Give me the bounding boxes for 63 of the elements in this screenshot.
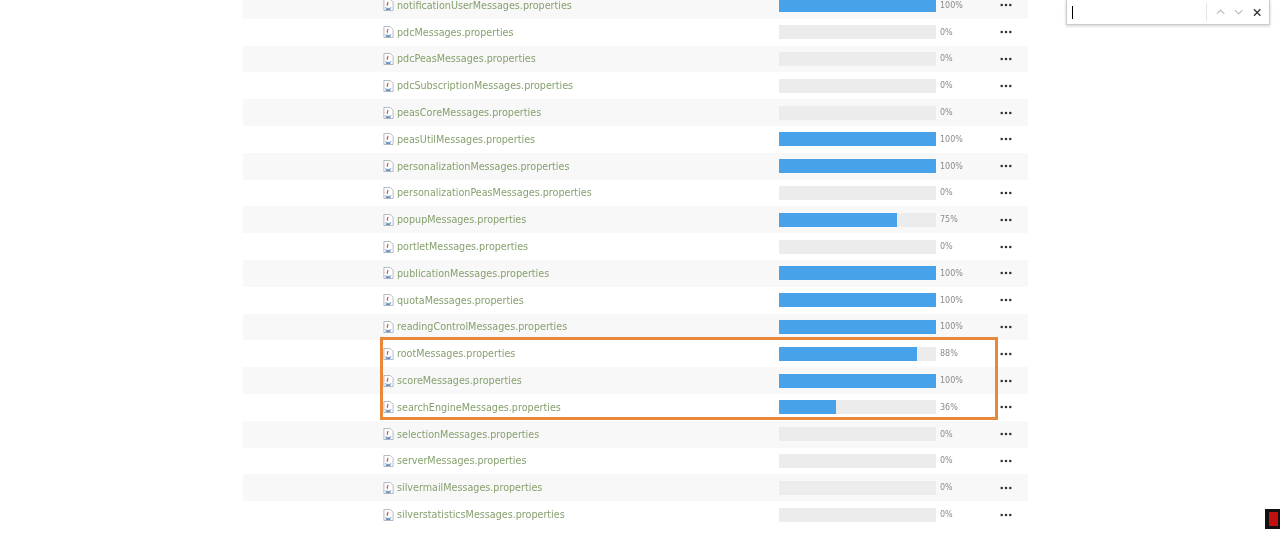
close-icon[interactable] — [1252, 7, 1261, 17]
percent-label: 100% — [940, 0, 964, 10]
file-link[interactable]: searchEngineMessages.properties — [397, 401, 779, 413]
percent-label: 0% — [940, 242, 954, 252]
percent-label: 0% — [940, 27, 954, 37]
tray-icon[interactable] — [1264, 508, 1280, 530]
text-cursor — [1072, 5, 1073, 19]
java-file-icon — [383, 401, 394, 414]
file-link[interactable]: pdcMessages.properties — [397, 26, 779, 38]
percent-label: 0% — [940, 108, 954, 118]
percent-label: 0% — [940, 483, 954, 493]
percent-label: 100% — [940, 376, 964, 386]
file-link[interactable]: scoreMessages.properties — [397, 375, 779, 387]
java-file-icon — [383, 160, 394, 173]
percent-label: 36% — [940, 402, 959, 412]
java-file-icon — [383, 133, 394, 146]
percent-label: 0% — [940, 429, 954, 439]
file-link[interactable]: personalizationPeasMessages.properties — [397, 187, 779, 199]
file-link[interactable]: quotaMessages.properties — [397, 294, 779, 306]
file-link[interactable]: silverstatisticsMessages.properties — [397, 509, 779, 521]
percent-label: 0% — [940, 81, 954, 91]
java-file-icon — [383, 186, 394, 199]
java-file-icon — [383, 454, 394, 467]
java-file-icon — [383, 79, 394, 92]
percent-label: 88% — [940, 349, 959, 359]
file-link[interactable]: selectionMessages.properties — [397, 428, 779, 440]
percent-label: 100% — [940, 134, 964, 144]
java-file-icon — [383, 428, 394, 441]
java-file-icon — [383, 508, 394, 521]
file-link[interactable]: peasUtilMessages.properties — [397, 133, 779, 145]
java-file-icon — [383, 294, 394, 307]
java-file-icon — [383, 267, 394, 280]
java-file-icon — [383, 26, 394, 39]
file-link[interactable]: peasCoreMessages.properties — [397, 107, 779, 119]
java-file-icon — [383, 481, 394, 494]
java-file-icon — [383, 320, 394, 333]
file-link[interactable]: serverMessages.properties — [397, 455, 779, 467]
percent-label: 100% — [940, 322, 964, 332]
percent-label: 0% — [940, 510, 954, 520]
file-link[interactable]: silvermailMessages.properties — [397, 482, 779, 494]
file-link[interactable]: rootMessages.properties — [397, 348, 779, 360]
file-link[interactable]: portletMessages.properties — [397, 241, 779, 253]
percent-label: 0% — [940, 54, 954, 64]
file-link[interactable]: publicationMessages.properties — [397, 267, 779, 279]
percent-label: 0% — [940, 188, 954, 198]
java-file-icon — [383, 240, 394, 253]
file-link[interactable]: popupMessages.properties — [397, 214, 779, 226]
percent-label: 100% — [940, 268, 964, 278]
java-file-icon — [383, 53, 394, 65]
percent-label: 100% — [940, 295, 964, 305]
java-file-icon — [383, 106, 394, 119]
percent-label: 0% — [940, 456, 954, 466]
java-file-icon — [383, 374, 394, 387]
java-file-icon — [383, 213, 394, 226]
file-link[interactable]: notificationUserMessages.properties — [397, 0, 779, 11]
file-link[interactable]: readingControlMessages.properties — [397, 321, 779, 333]
file-link[interactable]: personalizationMessages.properties — [397, 160, 779, 172]
percent-label: 75% — [940, 215, 959, 225]
java-file-icon — [383, 347, 394, 360]
file-link[interactable]: pdcSubscriptionMessages.properties — [397, 80, 779, 92]
percent-label: 100% — [940, 161, 964, 171]
more-icon[interactable] — [998, 55, 1014, 63]
file-link[interactable]: pdcPeasMessages.properties — [397, 53, 779, 65]
